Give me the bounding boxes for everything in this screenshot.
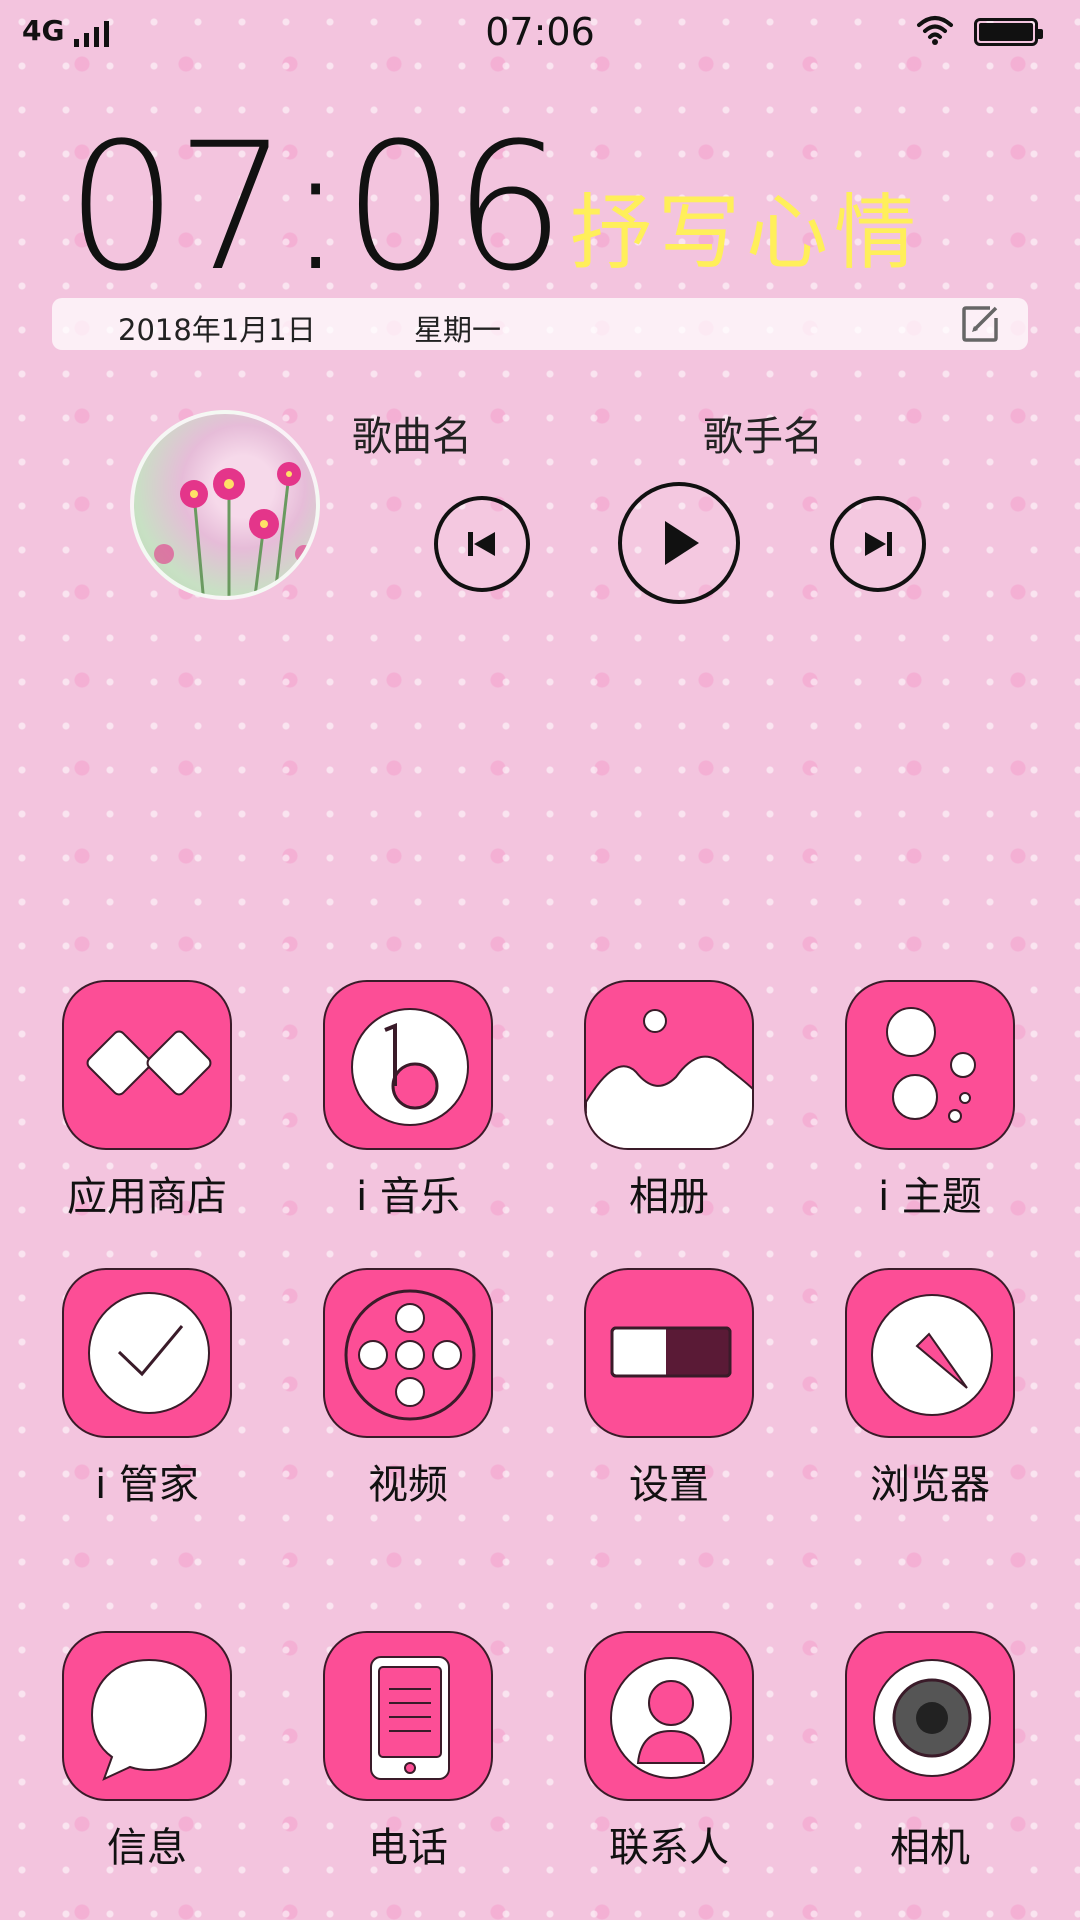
edit-icon[interactable] bbox=[960, 304, 1000, 344]
flower-image bbox=[154, 462, 313, 596]
clock-time: 07:06 bbox=[66, 105, 565, 310]
weekday-text: 星期一 bbox=[414, 313, 502, 347]
messages-icon bbox=[90, 1658, 208, 1781]
camera-app[interactable]: 相机 bbox=[844, 1631, 1016, 1873]
phone-app[interactable]: 电话 bbox=[322, 1631, 494, 1873]
app-label: 电话 bbox=[368, 1825, 448, 1871]
artist-name: 歌手名 bbox=[703, 414, 823, 460]
battery-icon bbox=[974, 18, 1043, 46]
music-app[interactable]: i 音乐 bbox=[322, 980, 494, 1222]
app-label: 联系人 bbox=[609, 1825, 729, 1871]
video-icon bbox=[344, 1289, 476, 1421]
messages-app[interactable]: 信息 bbox=[61, 1631, 233, 1873]
gallery-icon bbox=[586, 1009, 752, 1148]
app-label: 相册 bbox=[629, 1174, 709, 1220]
status-bar: 4G 07:06 bbox=[0, 0, 1080, 64]
app-label: 相机 bbox=[890, 1825, 970, 1871]
previous-button[interactable] bbox=[434, 496, 530, 592]
skip-next-icon bbox=[865, 532, 892, 556]
play-icon bbox=[665, 521, 699, 565]
app-store-icon bbox=[86, 1030, 212, 1096]
app-label: 设置 bbox=[629, 1462, 709, 1508]
app-label: 浏览器 bbox=[870, 1462, 990, 1508]
browser-app[interactable]: 浏览器 bbox=[844, 1268, 1016, 1510]
theme-app[interactable]: i 主题 bbox=[844, 980, 1016, 1222]
camera-icon bbox=[873, 1659, 991, 1777]
app-store-app[interactable]: 应用商店 bbox=[61, 980, 233, 1222]
mood-text-button[interactable]: 抒写心情 bbox=[570, 166, 922, 285]
app-label: i 主题 bbox=[878, 1174, 982, 1220]
wifi-icon bbox=[917, 16, 953, 45]
phone-icon bbox=[370, 1656, 450, 1780]
song-name: 歌曲名 bbox=[352, 414, 472, 460]
manager-app[interactable]: i 管家 bbox=[61, 1268, 233, 1510]
app-label: i 管家 bbox=[95, 1462, 199, 1508]
skip-previous-icon bbox=[468, 532, 495, 556]
next-button[interactable] bbox=[830, 496, 926, 592]
theme-icon bbox=[886, 1007, 976, 1123]
album-art[interactable] bbox=[130, 410, 320, 600]
settings-icon bbox=[610, 1326, 732, 1378]
app-label: 应用商店 bbox=[67, 1174, 227, 1220]
manager-icon bbox=[88, 1292, 210, 1414]
date-text: 2018年1月1日 bbox=[118, 313, 316, 347]
browser-icon bbox=[871, 1294, 993, 1416]
app-label: i 音乐 bbox=[356, 1174, 460, 1220]
settings-app[interactable]: 设置 bbox=[583, 1268, 755, 1510]
contacts-icon bbox=[610, 1657, 732, 1779]
gallery-app[interactable]: 相册 bbox=[583, 980, 755, 1222]
app-label: 信息 bbox=[107, 1825, 187, 1871]
video-app[interactable]: 视频 bbox=[322, 1268, 494, 1510]
app-label: 视频 bbox=[368, 1462, 448, 1508]
music-icon bbox=[351, 1008, 469, 1126]
play-button[interactable] bbox=[618, 482, 740, 604]
contacts-app[interactable]: 联系人 bbox=[583, 1631, 755, 1873]
date-bar: 2018年1月1日 星期一 bbox=[52, 298, 1028, 350]
